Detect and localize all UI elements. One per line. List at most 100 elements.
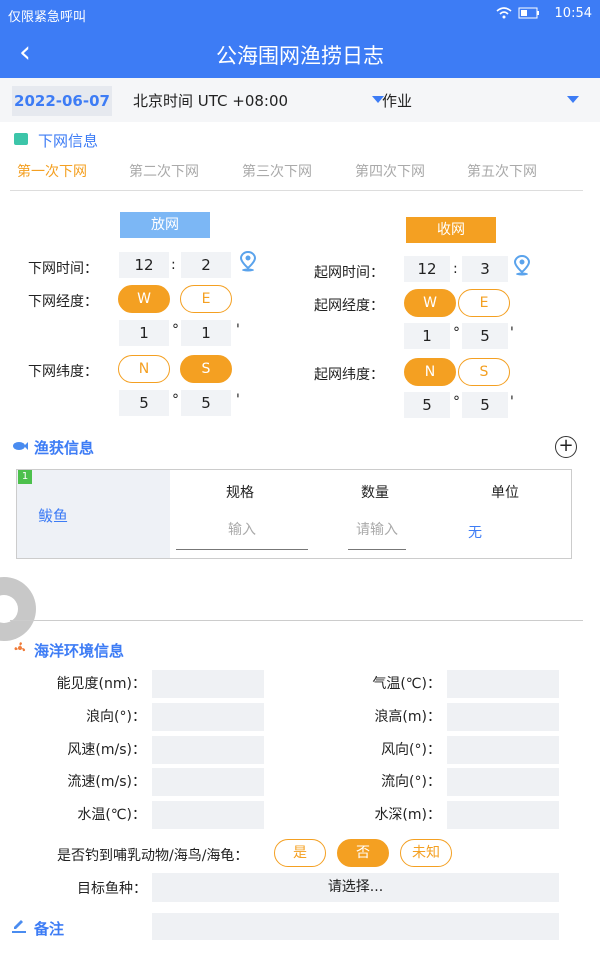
wind-speed-label: 风速(m/s)： bbox=[67, 742, 146, 758]
tab-fourth-set[interactable]: 第四次下网 bbox=[355, 161, 425, 181]
wave-height-input[interactable] bbox=[447, 703, 559, 731]
fan-icon bbox=[14, 642, 26, 652]
title-bar: ‹ 公海围网渔捞日志 bbox=[0, 28, 600, 78]
wave-direction-input[interactable] bbox=[152, 703, 264, 731]
haul-minute-input[interactable]: 3 bbox=[462, 256, 508, 282]
tab-third-set[interactable]: 第三次下网 bbox=[242, 161, 312, 181]
haul-lat-degree-symbol: ° bbox=[453, 394, 460, 410]
bycatch-unknown-button[interactable]: 未知 bbox=[400, 839, 452, 867]
cast-time-colon: : bbox=[171, 257, 176, 273]
current-speed-input[interactable] bbox=[152, 768, 264, 796]
env-section-title: 海洋环境信息 bbox=[34, 642, 125, 660]
target-species-select[interactable]: 请选择... bbox=[152, 873, 559, 902]
bycatch-no-button[interactable]: 否 bbox=[337, 839, 389, 867]
catch-spec-input[interactable]: 输入 bbox=[176, 518, 308, 550]
wave-direction-label: 浪向(°)： bbox=[86, 709, 146, 725]
current-direction-input[interactable] bbox=[447, 768, 559, 796]
notes-section-title: 备注 bbox=[34, 920, 65, 938]
cast-lat-minute-symbol: ' bbox=[236, 392, 240, 408]
net-info-icon bbox=[14, 133, 28, 145]
floating-button-inner bbox=[0, 595, 18, 623]
cast-lon-degree-input[interactable]: 1 bbox=[119, 320, 169, 346]
catch-quantity-input[interactable]: 请输入 bbox=[348, 518, 406, 550]
timezone-select[interactable]: 北京时间 UTC +08:00 bbox=[133, 90, 288, 111]
catch-fish-name: 鲅鱼 bbox=[38, 507, 69, 525]
cast-minute-input[interactable]: 2 bbox=[181, 252, 231, 278]
haul-lat-s-button[interactable]: S bbox=[458, 358, 510, 386]
haul-lat-minute-symbol: ' bbox=[510, 394, 514, 410]
haul-hour-input[interactable]: 12 bbox=[404, 256, 450, 282]
tab-second-set[interactable]: 第二次下网 bbox=[129, 161, 199, 181]
catch-col-unit: 单位 bbox=[491, 485, 519, 501]
air-temp-label: 气温(℃)： bbox=[372, 676, 441, 692]
water-depth-label: 水深(m)： bbox=[374, 807, 441, 823]
haul-lon-minute-input[interactable]: 5 bbox=[462, 323, 508, 349]
cast-lon-w-button[interactable]: W bbox=[118, 285, 170, 313]
edit-icon bbox=[12, 920, 26, 933]
haul-lon-e-button[interactable]: E bbox=[458, 289, 510, 317]
wifi-icon bbox=[496, 7, 512, 19]
wind-speed-input[interactable] bbox=[152, 736, 264, 764]
haul-lon-label: 起网经度： bbox=[314, 298, 384, 314]
bycatch-yes-button[interactable]: 是 bbox=[274, 839, 326, 867]
floating-assistive-button[interactable] bbox=[0, 577, 36, 641]
haul-lat-degree-input[interactable]: 5 bbox=[404, 392, 450, 418]
air-temp-input[interactable] bbox=[447, 670, 559, 698]
tab-divider bbox=[10, 190, 583, 191]
cast-lon-minute-symbol: ' bbox=[236, 322, 240, 338]
operation-dropdown-icon[interactable] bbox=[567, 96, 579, 103]
wind-direction-input[interactable] bbox=[447, 736, 559, 764]
catch-col-quantity: 数量 bbox=[361, 485, 389, 501]
haul-lat-minute-input[interactable]: 5 bbox=[462, 392, 508, 418]
operation-select[interactable]: 作业 bbox=[382, 90, 412, 111]
status-time: 10:54 bbox=[554, 6, 592, 21]
catch-col-spec: 规格 bbox=[226, 485, 254, 501]
cast-lat-label: 下网纬度： bbox=[28, 364, 98, 380]
haul-lon-degree-symbol: ° bbox=[453, 325, 460, 341]
status-icons bbox=[496, 7, 540, 19]
tab-fifth-set[interactable]: 第五次下网 bbox=[467, 161, 537, 181]
date-row: 2022-06-07 北京时间 UTC +08:00 作业 bbox=[0, 78, 600, 122]
visibility-label: 能见度(nm)： bbox=[56, 676, 146, 692]
haul-lat-label: 起网纬度： bbox=[314, 367, 384, 383]
cast-lat-minute-input[interactable]: 5 bbox=[181, 390, 231, 416]
catch-index-badge: 1 bbox=[18, 470, 32, 484]
add-catch-icon[interactable]: + bbox=[555, 436, 577, 458]
haul-lon-degree-input[interactable]: 1 bbox=[404, 323, 450, 349]
catch-unit-select[interactable]: 无 bbox=[468, 522, 482, 542]
date-picker[interactable]: 2022-06-07 bbox=[12, 86, 112, 116]
visibility-input[interactable] bbox=[152, 670, 264, 698]
haul-lon-w-button[interactable]: W bbox=[404, 289, 456, 317]
haul-time-colon: : bbox=[453, 261, 458, 277]
battery-icon bbox=[518, 7, 539, 19]
cast-lat-s-button[interactable]: S bbox=[180, 355, 232, 383]
water-temp-input[interactable] bbox=[152, 801, 264, 829]
cast-lon-label: 下网经度： bbox=[28, 294, 98, 310]
haul-time-label: 起网时间： bbox=[314, 265, 384, 281]
current-direction-label: 流向(°)： bbox=[381, 774, 441, 790]
cast-hour-input[interactable]: 12 bbox=[119, 252, 169, 278]
haul-lon-minute-symbol: ' bbox=[510, 325, 514, 341]
water-depth-input[interactable] bbox=[447, 801, 559, 829]
notes-input[interactable] bbox=[152, 913, 559, 940]
cast-lon-e-button[interactable]: E bbox=[180, 285, 232, 313]
fish-icon bbox=[13, 442, 28, 450]
cast-lat-degree-input[interactable]: 5 bbox=[119, 390, 169, 416]
status-left-text: 仅限紧急呼叫 bbox=[8, 10, 87, 25]
cast-lat-n-button[interactable]: N bbox=[118, 355, 170, 383]
cast-time-label: 下网时间： bbox=[28, 261, 98, 277]
tab-first-set[interactable]: 第一次下网 bbox=[17, 161, 87, 181]
bycatch-label: 是否钓到哺乳动物/海鸟/海龟： bbox=[57, 848, 249, 864]
cast-badge: 放网 bbox=[120, 212, 210, 238]
status-bar: 仅限紧急呼叫 10:54 bbox=[0, 0, 600, 28]
cast-location-icon[interactable] bbox=[238, 250, 258, 272]
cast-lon-degree-symbol: ° bbox=[172, 322, 179, 338]
current-speed-label: 流速(m/s)： bbox=[67, 774, 146, 790]
cast-lon-minute-input[interactable]: 1 bbox=[181, 320, 231, 346]
haul-location-icon[interactable] bbox=[512, 254, 532, 276]
target-species-label: 目标鱼种： bbox=[77, 881, 147, 897]
wave-height-label: 浪高(m)： bbox=[374, 709, 441, 725]
water-temp-label: 水温(℃)： bbox=[77, 807, 146, 823]
haul-lat-n-button[interactable]: N bbox=[404, 358, 456, 386]
page-title: 公海围网渔捞日志 bbox=[216, 44, 384, 68]
